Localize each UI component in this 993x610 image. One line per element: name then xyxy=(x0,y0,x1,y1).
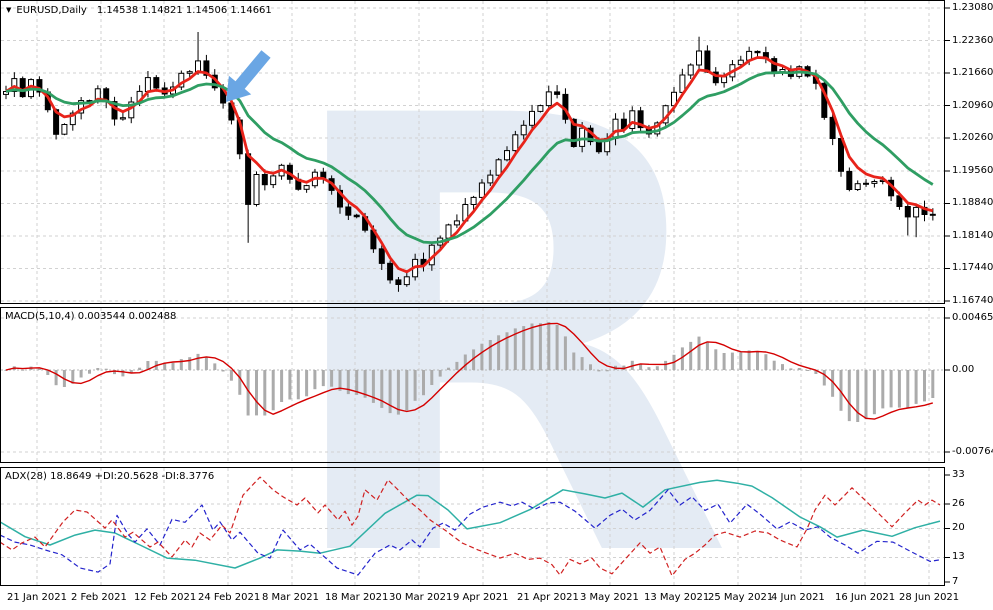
adx-axis-label: 33 xyxy=(952,469,965,480)
time-axis-label: 21 Jan 2021 xyxy=(7,592,67,603)
price-axis-label: 1.18140 xyxy=(952,229,993,241)
price-axis-label: 1.22360 xyxy=(952,34,993,46)
macd-header: MACD(5,10,4) 0.003544 0.002488 xyxy=(5,311,177,322)
watermark-letter: R xyxy=(272,0,734,610)
chart-window: R ▼ EURUSD,Daily 1.14538 1.14821 1.14506 1… xyxy=(0,0,993,610)
macd-axis-label: -0.007649 xyxy=(952,446,993,457)
chart-header: ▼ EURUSD,Daily 1.14538 1.14821 1.14506 1.1… xyxy=(6,5,272,16)
time-axis-label: 2 Feb 2021 xyxy=(71,592,127,603)
price-axis-label: 1.20960 xyxy=(952,99,993,111)
time-axis-label: 13 May 2021 xyxy=(644,592,710,603)
price-axis-label: 1.17440 xyxy=(952,262,993,274)
macd-axis-label: 0.004651 xyxy=(952,312,993,323)
time-axis-label: 9 Apr 2021 xyxy=(453,592,509,603)
symbol-label: EURUSD,Daily xyxy=(16,5,87,16)
adx-axis-label: 20 xyxy=(952,522,965,534)
time-axis-label: 3 May 2021 xyxy=(580,592,639,603)
price-axis-label: 1.19560 xyxy=(952,164,993,176)
time-axis-label: 4 Jun 2021 xyxy=(771,592,825,603)
symbol-dropdown-icon[interactable]: ▼ xyxy=(6,6,11,14)
time-axis-label: 12 Feb 2021 xyxy=(134,592,197,603)
time-axis-label: 30 Mar 2021 xyxy=(389,592,453,603)
time-axis-label: 21 Apr 2021 xyxy=(517,592,579,603)
time-scale[interactable]: 21 Jan 2021 2 Feb 2021 12 Feb 2021 24 Feb 2… xyxy=(0,586,993,610)
adx-header: ADX(28) 18.8649 +DI:20.5628 -DI:8.3776 xyxy=(5,471,215,482)
adx-axis-label: 13 xyxy=(952,551,965,563)
adx-axis-label: 26 xyxy=(952,497,965,509)
time-axis-label: 25 May 2021 xyxy=(708,592,774,603)
price-axis-label: 1.20260 xyxy=(952,132,993,144)
ohlc-values: 1.14538 1.14821 1.14506 1.14661 xyxy=(96,5,272,16)
time-axis-label: 16 Jun 2021 xyxy=(835,592,896,603)
time-axis-label: 18 Mar 2021 xyxy=(325,592,389,603)
price-axis-label: 1.16740 xyxy=(952,294,993,306)
price-axis-label: 1.23080 xyxy=(952,2,993,13)
time-axis-label: 8 Mar 2021 xyxy=(262,592,320,603)
price-scale[interactable]: 1.23080 1.22360 1.21660 1.20960 1.20260 1.195… xyxy=(945,0,993,587)
chart-canvas[interactable]: R xyxy=(0,0,993,610)
macd-axis-label: 0.00 xyxy=(952,364,975,375)
price-axis-label: 1.18840 xyxy=(952,197,993,209)
time-axis-label: 24 Feb 2021 xyxy=(198,592,261,603)
price-axis-label: 1.21660 xyxy=(952,67,993,79)
time-axis-label: 28 Jun 2021 xyxy=(899,592,960,603)
